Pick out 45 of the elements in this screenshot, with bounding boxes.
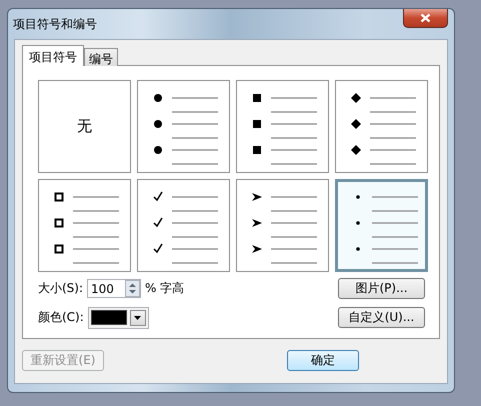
- text-lines-drawing: [172, 97, 218, 165]
- diamond-bullet-icon: [351, 119, 361, 129]
- text-lines-drawing: [172, 196, 218, 264]
- dot-bullet-icon: [154, 120, 162, 128]
- checkmark-bullet-icon: [153, 218, 163, 228]
- dot-bullet-icon: [356, 195, 360, 199]
- dropdown-arrow-icon: [134, 316, 142, 320]
- window-title: 项目符号和编号: [12, 16, 97, 33]
- close-icon: [420, 13, 431, 23]
- tab[interactable]: 项目符号: [22, 45, 84, 66]
- text-lines-drawing: [372, 196, 418, 264]
- checkmark-bullet-icon: [153, 192, 163, 202]
- hollow-square-bullet-icon: [54, 218, 64, 228]
- dot-bullet-icon: [356, 221, 360, 225]
- checkmark-bullet-icon: [153, 244, 163, 254]
- hollow-square-bullet-icon: [54, 244, 64, 254]
- hollow-square-bullet-icon: [54, 192, 64, 202]
- text-lines-drawing: [370, 97, 416, 165]
- square-bullet-icon: [253, 146, 261, 154]
- square-bullet-icon: [253, 120, 261, 128]
- dot-bullet-icon: [356, 247, 360, 251]
- text-lines-drawing: [271, 196, 317, 264]
- color-label: 颜色(C):: [38, 309, 84, 326]
- size-unit-label: % 字高: [145, 280, 184, 297]
- dot-bullet-icon: [154, 94, 162, 102]
- color-dropdown[interactable]: [88, 306, 149, 328]
- diamond-bullet-icon: [351, 145, 361, 155]
- tab[interactable]: 编号: [84, 48, 118, 66]
- dialog-button[interactable]: 确定: [287, 350, 359, 371]
- bullet-style-option[interactable]: 无: [38, 80, 131, 173]
- close-button[interactable]: [403, 9, 448, 28]
- diamond-bullet-icon: [351, 93, 361, 103]
- spin-arrows-icon: [125, 280, 140, 297]
- size-label: 大小(S):: [38, 280, 84, 297]
- arrowhead-bullet-icon: [252, 245, 262, 253]
- arrowhead-bullet-icon: [252, 219, 262, 227]
- text-lines-drawing: [73, 196, 119, 264]
- size-spinbox[interactable]: 100: [87, 279, 142, 298]
- dialog-button[interactable]: 图片(P)...: [338, 278, 425, 299]
- square-bullet-icon: [253, 94, 261, 102]
- dot-bullet-icon: [154, 146, 162, 154]
- dialog-button[interactable]: 自定义(U)...: [338, 307, 425, 328]
- text-lines-drawing: [271, 97, 317, 165]
- bullet-style-option[interactable]: [236, 80, 329, 173]
- arrowhead-bullet-icon: [252, 193, 262, 201]
